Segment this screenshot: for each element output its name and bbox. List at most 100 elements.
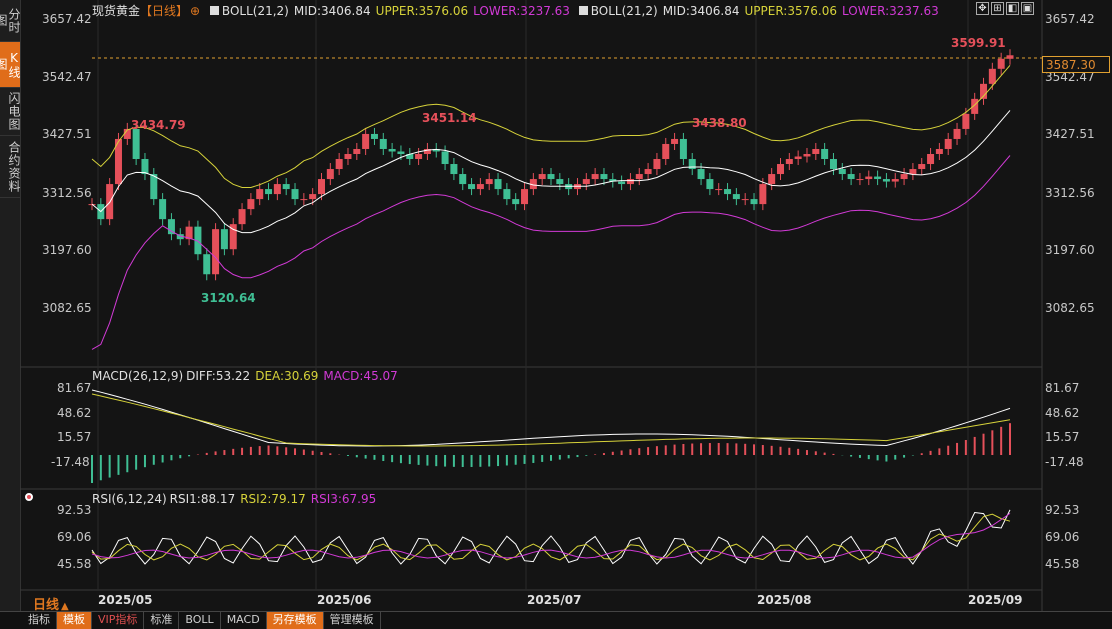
tab-manage-template[interactable]: 管理模板 xyxy=(324,612,381,629)
candle-body xyxy=(997,58,1005,69)
candle-body xyxy=(344,153,352,160)
candle-body xyxy=(238,209,246,225)
boll-color-icon xyxy=(578,6,588,15)
high-annotation: 3434.79 xyxy=(131,118,186,132)
candle-body xyxy=(927,153,935,165)
plus-circle-icon[interactable]: ⊕ xyxy=(190,4,200,18)
rsi-title: RSI(6,12,24) xyxy=(92,492,167,506)
prev-icon[interactable]: ◧ xyxy=(1006,2,1019,15)
candle-body xyxy=(265,189,273,195)
kline-chart[interactable] xyxy=(20,0,1112,612)
candle-body xyxy=(662,143,670,160)
tab-standard[interactable]: 标准 xyxy=(144,612,180,629)
instrument-name: 现货黄金 xyxy=(92,4,141,18)
candle-body xyxy=(777,164,784,175)
tab-template[interactable]: 模板 xyxy=(57,612,92,629)
candle-body xyxy=(476,184,484,190)
right-macd-label: 48.62 xyxy=(1045,406,1080,420)
candle-body xyxy=(309,194,317,200)
candle-body xyxy=(326,169,334,180)
candle-body xyxy=(415,153,423,160)
date-label: 2025/08 xyxy=(757,593,812,607)
candle-body xyxy=(450,164,458,175)
candle-body xyxy=(485,179,493,185)
candle-body xyxy=(494,179,502,190)
tab-macd[interactable]: MACD xyxy=(221,612,267,629)
candle-body xyxy=(821,148,829,160)
candle-body xyxy=(644,169,652,175)
tab-boll[interactable]: BOLL xyxy=(179,612,221,629)
candle-body xyxy=(706,179,714,190)
date-label: 2025/05 xyxy=(98,593,153,607)
tab-indicator[interactable]: 指标 xyxy=(0,612,57,629)
boll-lower: LOWER:3237.63 xyxy=(473,4,570,18)
candle-body xyxy=(944,138,952,149)
candle-body xyxy=(838,169,846,175)
candle-body xyxy=(132,128,140,160)
right-price-label: 3312.56 xyxy=(1045,186,1095,200)
rsi2-value: RSI2:79.17 xyxy=(240,492,306,506)
candle-body xyxy=(556,179,564,185)
tab-flash[interactable]: 闪电图 xyxy=(0,88,21,136)
candle-body xyxy=(829,159,837,170)
boll-legend: 现货黄金【日线】 ⊕ BOLL(21,2) MID:3406.84 UPPER:357… xyxy=(92,2,944,19)
left-rsi-label: 69.06 xyxy=(57,530,92,544)
macd-title: MACD(26,12,9) xyxy=(92,369,184,383)
rsi3-value: RSI3:67.95 xyxy=(310,492,377,506)
candle-body xyxy=(600,174,608,180)
left-price-label: 3657.42 xyxy=(42,12,92,26)
candle-body xyxy=(918,164,926,170)
candle-body xyxy=(379,138,387,149)
candle-body xyxy=(891,179,899,182)
candle-body xyxy=(547,174,555,180)
move-icon[interactable]: ✥ xyxy=(976,2,989,15)
tab-timeshare[interactable]: 分时图 xyxy=(0,0,21,42)
date-label: 2025/06 xyxy=(317,593,372,607)
settings-dot-icon[interactable] xyxy=(25,493,33,501)
tab-kline[interactable]: K线图 xyxy=(0,42,21,88)
boll-mid: MID:3406.84 xyxy=(293,4,371,18)
macd-legend: MACD(26,12,9) DIFF:53.22 DEA:30.69 MACD:45.… xyxy=(92,369,403,383)
high-annotation: 3438.80 xyxy=(692,116,747,130)
left-rsi-label: 92.53 xyxy=(57,503,92,517)
right-price-label: 3427.51 xyxy=(1045,127,1095,141)
candle-body xyxy=(388,148,396,152)
macd-dea: DEA:30.69 xyxy=(255,369,319,383)
candle-body xyxy=(370,133,378,139)
candle-body xyxy=(591,174,599,180)
candle-body xyxy=(459,174,467,185)
candle-body xyxy=(953,128,961,139)
candle-body xyxy=(318,179,325,195)
candle-body xyxy=(362,133,370,149)
candle-body xyxy=(1006,55,1014,59)
left-price-label: 3082.65 xyxy=(42,301,92,315)
right-macd-label: -17.48 xyxy=(1045,455,1084,469)
candle-body xyxy=(732,194,740,200)
low-annotation: 3120.64 xyxy=(201,291,256,305)
tab-contract-info[interactable]: 合约资料 xyxy=(0,136,21,198)
candle-body xyxy=(582,179,590,185)
tab-vip-indicator[interactable]: VIP指标 xyxy=(92,612,145,629)
candle-body xyxy=(900,174,908,180)
candle-body xyxy=(865,176,873,180)
candle-body xyxy=(203,254,211,275)
candle-body xyxy=(785,159,793,165)
tab-save-template[interactable]: 另存模板 xyxy=(266,612,324,629)
right-price-label: 3082.65 xyxy=(1045,301,1095,315)
boll-color-icon xyxy=(209,6,219,15)
candle-body xyxy=(882,179,890,182)
boll-lower: LOWER:3237.63 xyxy=(841,4,939,18)
candle-body xyxy=(273,184,281,195)
candle-body xyxy=(159,199,167,220)
candle-body xyxy=(679,138,687,160)
left-price-label: 3197.60 xyxy=(42,243,92,257)
candle-body xyxy=(759,184,767,205)
chart-area[interactable]: 现货黄金【日线】 ⊕ BOLL(21,2) MID:3406.84 UPPER:357… xyxy=(20,0,1112,612)
candle-body xyxy=(626,179,634,185)
left-macd-label: 15.57 xyxy=(57,430,92,444)
date-label: 2025/09 xyxy=(968,593,1023,607)
window-icon[interactable]: ▣ xyxy=(1021,2,1034,15)
zoom-icon[interactable]: ⊞ xyxy=(991,2,1004,15)
candle-body xyxy=(220,229,228,250)
boll-name: BOLL(21,2) xyxy=(221,4,289,18)
